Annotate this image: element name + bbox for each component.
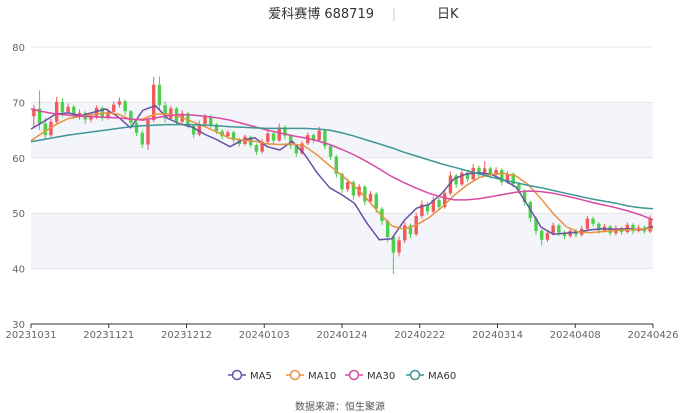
candle-body [140,132,144,145]
plot-band [31,268,653,324]
legend-item-ma60: MA60 [406,369,456,382]
legend-label: MA60 [428,371,456,382]
candle-body [266,133,270,142]
legend-item-ma5: MA5 [228,369,272,382]
plot-band [31,213,653,269]
candle-body [585,218,590,229]
candle-body [648,218,652,232]
y-axis: 807060504030 [12,43,25,331]
legend-label: MA10 [308,371,336,382]
chart-title-text: 爱科赛博 688719 [268,6,374,22]
candle-body [123,101,127,112]
candle-body [169,108,173,119]
plot-band [31,47,653,103]
candle-body [374,193,378,209]
x-tick-label: 20231212 [161,330,212,341]
y-tick-label: 70 [12,98,25,109]
candle-body [157,84,162,106]
x-tick-label: 20240408 [550,330,601,341]
candle-body [328,146,333,157]
candle-body [271,133,276,141]
candle-body [209,116,213,125]
candle-body [545,233,550,240]
x-tick-label: 20240124 [317,330,368,341]
candle-body [345,182,350,190]
y-tick-label: 40 [12,265,25,276]
legend-marker [231,369,243,381]
candle-body [591,218,595,224]
period-label: 日K [437,7,459,22]
x-tick-label: 20231121 [83,330,134,341]
candle-body [43,123,47,136]
candle-body [89,117,93,120]
candle-body [94,107,99,118]
candle-body [437,199,441,208]
candle-body [112,104,116,112]
legend-marker [289,369,301,381]
legend-marker [348,369,360,381]
x-tick-label: 20240426 [628,330,679,341]
candle-body [54,101,59,122]
candle-body [203,116,207,125]
legend-marker [409,369,421,381]
x-tick-label: 20240103 [239,330,290,341]
y-tick-label: 80 [12,43,25,54]
candle-body [551,225,555,234]
candle-body [226,132,230,137]
data-source: 数据来源：恒生聚源 [295,400,385,413]
legend-item-ma10: MA10 [286,369,336,382]
candle-body [403,225,407,241]
candle-body [363,186,367,202]
x-tick-label: 20240222 [394,330,445,341]
chart-title: 爱科赛博 688719 日K [268,6,459,22]
candle-body [557,225,561,233]
candle-body [317,130,321,141]
candle-body [129,111,133,123]
stock-chart: 爱科赛博 688719 日K 807060504030 20231031 2023… [6,6,679,413]
candle-body [540,230,544,240]
y-tick-label: 60 [12,154,25,165]
legend-item-ma30: MA30 [345,369,395,382]
legend-label: MA30 [367,371,395,382]
candle-body [117,101,122,105]
candle-body [134,122,139,133]
candle-body [368,193,373,202]
candle-body [397,240,401,253]
legend-label: MA5 [250,371,272,382]
x-tick-label: 20240314 [472,330,523,341]
candle-body [254,145,259,152]
candle-body [277,127,281,141]
candle-body [146,120,150,145]
x-tick-label: 20231031 [6,330,57,341]
candle-body [60,101,65,112]
legend: MA5 MA10 MA30 MA60 [228,369,456,382]
candle-body [66,106,70,112]
y-tick-label: 50 [12,209,25,220]
x-axis: 20231031 20231121 20231212 20240103 20240124… [6,323,679,341]
